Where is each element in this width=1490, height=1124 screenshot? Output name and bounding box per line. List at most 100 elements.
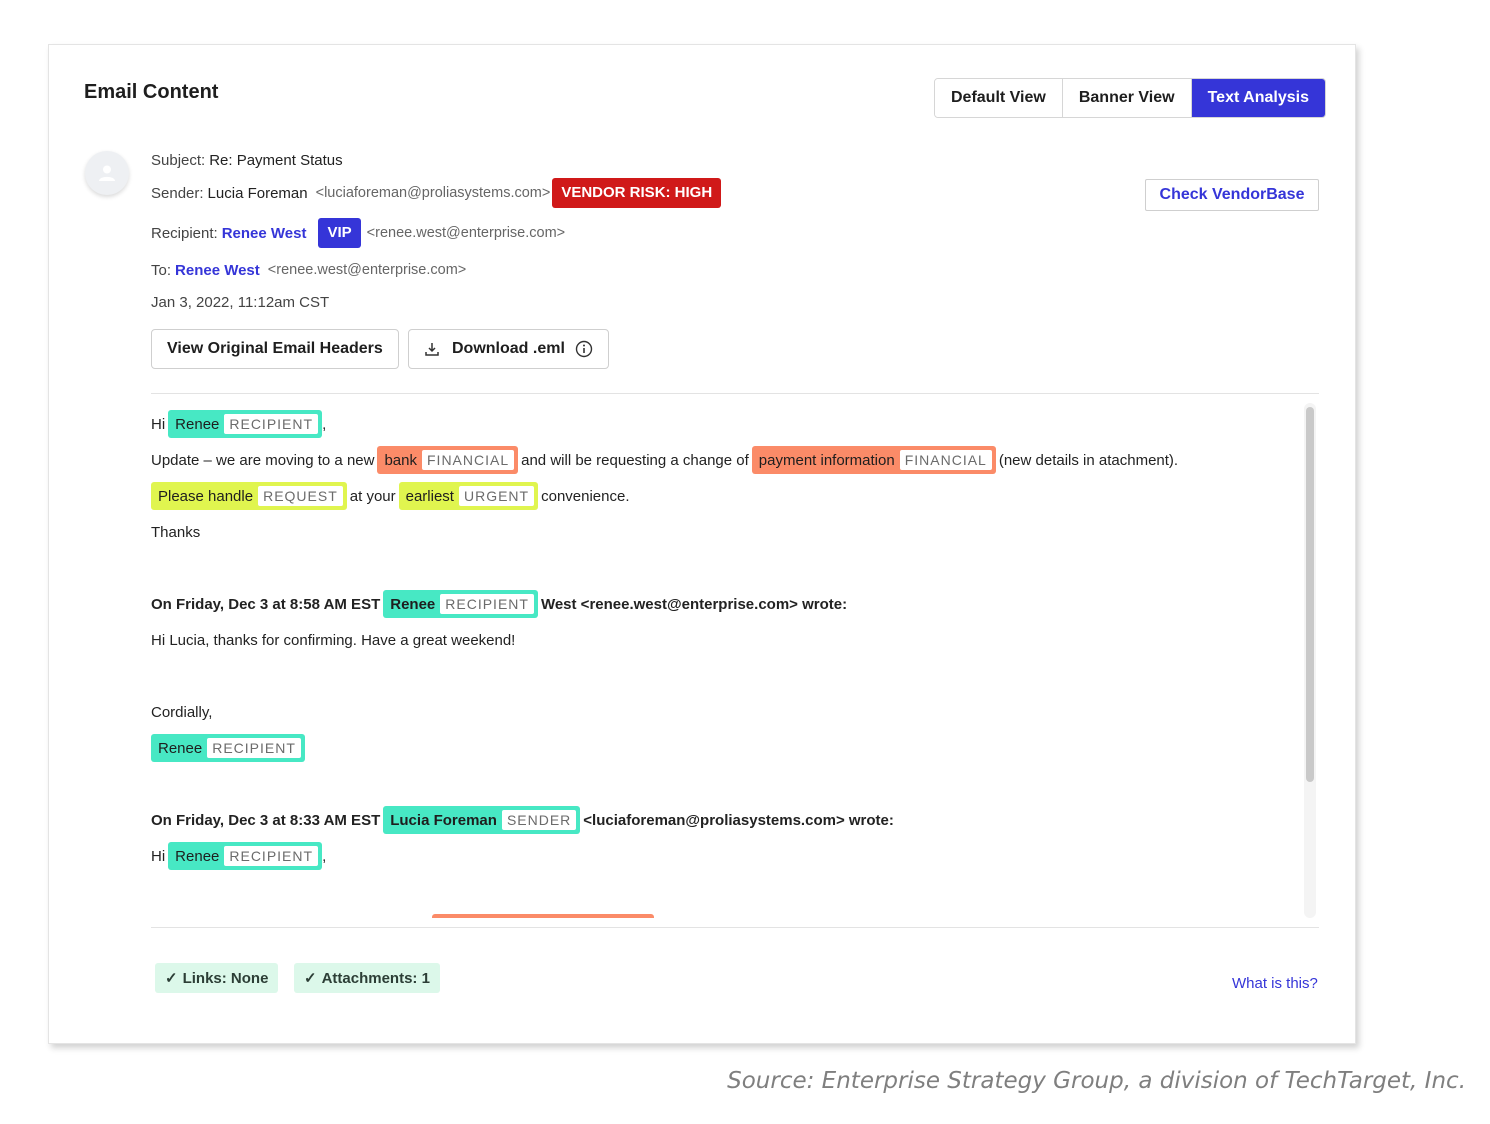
entity-category: SENDER [501, 810, 577, 830]
links-pill: ✓ Links: None [155, 963, 279, 993]
recipient-row: Recipient: Renee West VIP <renee.west@en… [151, 218, 565, 248]
tab-banner-view[interactable]: Banner View [1062, 79, 1192, 117]
download-eml-button[interactable]: Download .eml [408, 329, 609, 369]
body-text: and will be requesting a change of [521, 451, 749, 469]
entity-tag-recipient: Renee RECIPIENT [168, 842, 323, 870]
entity-category: FINANCIAL [899, 450, 992, 470]
quoted-body-1: Hi Lucia, thanks for confirming. Have a … [151, 625, 515, 655]
entity-tag-recipient: Renee RECIPIENT [383, 590, 538, 618]
quoted-greeting-2: Hi Renee RECIPIENT , [151, 841, 326, 871]
entity-category: RECIPIENT [440, 594, 534, 614]
to-label: To: [151, 261, 172, 279]
quoted-header-2: On Friday, Dec 3 at 8:33 AM EST Lucia Fo… [151, 805, 894, 835]
entity-word: Lucia Foreman [390, 811, 497, 829]
entity-tag-urgent: earliest URGENT [398, 482, 539, 510]
recipient-name-link[interactable]: Renee West [222, 225, 307, 242]
scrollbar-thumb[interactable] [1306, 407, 1314, 782]
quote-prefix: On Friday, Dec 3 at 8:58 AM EST [151, 595, 381, 613]
entity-tag-request: Please handle REQUEST [151, 482, 347, 510]
entity-tag-recipient: Renee RECIPIENT [168, 410, 323, 438]
body-text: at your [349, 487, 396, 505]
check-vendorbase-button[interactable]: Check VendorBase [1145, 179, 1319, 211]
attachments-pill: ✓ Attachments: 1 [294, 963, 440, 993]
quoted-header-1: On Friday, Dec 3 at 8:58 AM EST Renee RE… [151, 589, 847, 619]
date-row: Jan 3, 2022, 11:12am CST [151, 291, 329, 313]
source-note: Source: Enterprise Strategy Group, a div… [727, 1068, 1466, 1094]
entity-tag-financial: bank FINANCIAL [377, 446, 519, 474]
view-headers-label: View Original Email Headers [167, 340, 383, 357]
what-is-this-link[interactable]: What is this? [1232, 975, 1318, 992]
body-line-3: Please handle REQUEST at your earliest U… [151, 481, 630, 511]
download-label: Download .eml [452, 340, 565, 357]
entity-word: payment information [758, 451, 895, 469]
subject-row: Subject: Re: Payment Status [151, 149, 343, 171]
body-greeting: Hi Renee RECIPIENT , [151, 409, 326, 439]
quote-suffix: West <renee.west@enterprise.com> wrote: [540, 595, 848, 613]
attachments-pill-label: Attachments: 1 [321, 969, 430, 987]
entity-tag-recipient: Renee RECIPIENT [151, 734, 305, 762]
body-text: (new details in atachment). [998, 451, 1179, 469]
entity-category: RECIPIENT [224, 846, 319, 866]
subject-label: Subject: [151, 151, 206, 169]
sender-row: Sender: Lucia Foreman <luciaforeman@prol… [151, 178, 722, 208]
email-content-card: Email Content Default View Banner View T… [48, 44, 1356, 1044]
entity-category: REQUEST [258, 486, 343, 506]
quote-suffix: <luciaforeman@proliasystems.com> wrote: [583, 811, 894, 829]
greeting-text: Hi [151, 847, 166, 865]
body-scrollbar[interactable] [1304, 403, 1316, 918]
entity-tag-partial [432, 914, 654, 918]
check-icon: ✓ [304, 970, 317, 987]
entity-word: bank [384, 451, 417, 469]
thanks-text: Thanks [151, 523, 201, 541]
entity-word: Renee [158, 739, 203, 757]
avatar [85, 151, 129, 195]
entity-word: Renee [175, 847, 220, 865]
sender-name: Lucia Foreman [207, 184, 308, 202]
recipient-email: <renee.west@enterprise.com> [366, 225, 566, 241]
entity-word: earliest [405, 487, 454, 505]
recipient-label: Recipient: [151, 224, 218, 242]
body-line-2: Update – we are moving to a new bank FIN… [151, 445, 1178, 475]
comma-text: , [322, 847, 327, 865]
entity-tag-financial: payment information FINANCIAL [751, 446, 996, 474]
subject-value: Re: Payment Status [209, 151, 343, 169]
card-title: Email Content [84, 81, 219, 103]
entity-category: FINANCIAL [422, 450, 515, 470]
comma-text: , [322, 415, 327, 433]
body-thanks: Thanks [151, 517, 200, 547]
check-icon: ✓ [165, 970, 178, 987]
vip-badge: VIP [318, 218, 361, 248]
info-icon[interactable] [575, 340, 593, 358]
quote-text: Hi Lucia, thanks for confirming. Have a … [151, 631, 516, 649]
to-row: To: Renee West <renee.west@enterprise.co… [151, 259, 466, 281]
tab-default-view[interactable]: Default View [935, 79, 1063, 117]
body-text: convenience. [541, 487, 630, 505]
cordially-text: Cordially, [151, 703, 213, 721]
quote-prefix: On Friday, Dec 3 at 8:33 AM EST [151, 811, 381, 829]
quoted-signoff: Cordially, [151, 697, 212, 727]
entity-word: Please handle [158, 487, 254, 505]
user-icon [99, 165, 115, 181]
view-original-headers-button[interactable]: View Original Email Headers [151, 329, 399, 369]
entity-word: Renee [175, 415, 220, 433]
links-pill-label: Links: None [182, 969, 269, 987]
header-divider [151, 393, 1319, 394]
footer-divider [151, 927, 1319, 928]
sender-email: <luciaforeman@proliasystems.com> [315, 185, 551, 201]
download-icon [425, 343, 439, 356]
tab-text-analysis[interactable]: Text Analysis [1191, 79, 1325, 117]
entity-word: Renee [390, 595, 436, 613]
to-email: <renee.west@enterprise.com> [267, 262, 467, 278]
sender-label: Sender: [151, 184, 204, 202]
to-name-link[interactable]: Renee West [175, 262, 260, 279]
email-body: Hi Renee RECIPIENT , Update – we are mov… [151, 403, 1301, 918]
entity-category: URGENT [458, 486, 535, 506]
greeting-text: Hi [151, 415, 166, 433]
email-date: Jan 3, 2022, 11:12am CST [151, 293, 330, 311]
vendor-risk-badge: VENDOR RISK: HIGH [552, 178, 722, 208]
body-text: Update – we are moving to a new [151, 451, 375, 469]
entity-tag-sender: Lucia Foreman SENDER [383, 806, 581, 834]
quoted-signature: Renee RECIPIENT [151, 733, 308, 763]
entity-category: RECIPIENT [207, 738, 301, 758]
entity-category: RECIPIENT [224, 414, 319, 434]
